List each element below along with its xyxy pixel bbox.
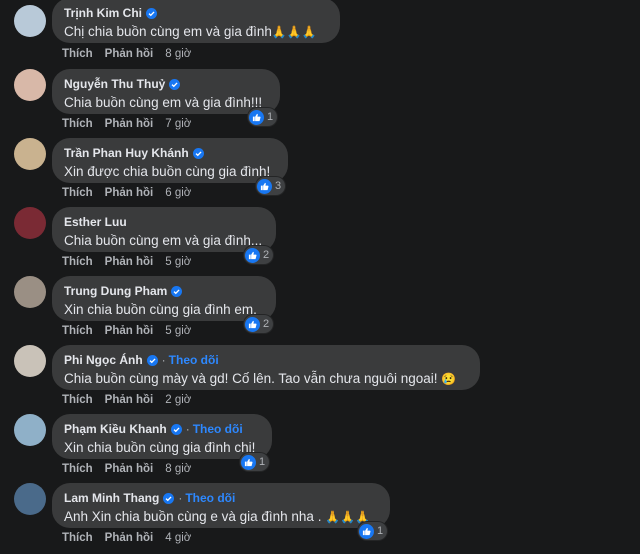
comment: Nguyễn Thu Thuỷ Chia buồn cùng em và gia… xyxy=(0,69,640,138)
comment-bubble: Trịnh Kim Chi Chị chia buồn cùng em và g… xyxy=(52,0,340,43)
comment: Trung Dung Pham Xin chia buồn cùng gia đ… xyxy=(0,276,640,345)
timestamp[interactable]: 8 giờ xyxy=(165,463,191,475)
comment-text: Xin chia buồn cùng gia đình em. xyxy=(64,302,257,317)
follow-button[interactable]: Theo dõi xyxy=(185,491,235,505)
comment-bubble: Esther Luu Chia buồn cùng em và gia đình… xyxy=(52,207,276,252)
comment-bubble: Trần Phan Huy Khánh Xin được chia buồn c… xyxy=(52,138,288,183)
timestamp[interactable]: 8 giờ xyxy=(165,48,191,60)
comment: Trần Phan Huy Khánh Xin được chia buồn c… xyxy=(0,138,640,207)
reply-link[interactable]: Phản hồi xyxy=(105,463,154,475)
like-link[interactable]: Thích xyxy=(62,256,93,268)
commenter-name[interactable]: Nguyễn Thu Thuỷ xyxy=(64,77,165,91)
timestamp[interactable]: 6 giờ xyxy=(165,187,191,199)
separator-dot: · xyxy=(185,422,190,436)
like-link[interactable]: Thích xyxy=(62,532,93,544)
reply-link[interactable]: Phản hồi xyxy=(105,256,154,268)
avatar[interactable] xyxy=(14,414,46,446)
avatar[interactable] xyxy=(14,5,46,37)
timestamp[interactable]: 7 giờ xyxy=(165,118,191,130)
reaction-count[interactable]: 3 xyxy=(256,177,286,195)
comment-text: Chia buồn cùng em và gia đình!!! xyxy=(64,95,263,110)
comment: Trịnh Kim Chi Chị chia buồn cùng em và g… xyxy=(0,0,640,69)
comment-bubble: Lam Minh Thang · Theo dõi Anh Xin chia bu… xyxy=(52,483,390,528)
like-link[interactable]: Thích xyxy=(62,325,93,337)
commenter-name[interactable]: Trần Phan Huy Khánh xyxy=(64,146,189,160)
commenter-name[interactable]: Trịnh Kim Chi xyxy=(64,6,142,20)
verified-badge-icon xyxy=(169,78,181,90)
emoji: 😢 xyxy=(441,372,457,386)
verified-badge-icon xyxy=(146,354,158,366)
separator-dot: · xyxy=(178,491,183,505)
comment-bubble: Nguyễn Thu Thuỷ Chia buồn cùng em và gia… xyxy=(52,69,280,114)
avatar[interactable] xyxy=(14,345,46,377)
timestamp[interactable]: 5 giờ xyxy=(165,325,191,337)
comment: Phạm Kiều Khanh · Theo dõi Xin chia buồn … xyxy=(0,414,640,483)
reaction-count[interactable]: 1 xyxy=(358,522,388,540)
comment-text: Anh Xin chia buồn cùng e và gia đình nha… xyxy=(64,509,371,524)
verified-badge-icon xyxy=(192,147,204,159)
avatar[interactable] xyxy=(14,207,46,239)
timestamp[interactable]: 4 giờ xyxy=(165,532,191,544)
commenter-name[interactable]: Phạm Kiều Khanh xyxy=(64,422,167,436)
verified-badge-icon xyxy=(163,492,175,504)
reply-link[interactable]: Phản hồi xyxy=(105,48,154,60)
like-reaction-icon xyxy=(359,523,374,539)
comment: Lam Minh Thang · Theo dõi Anh Xin chia bu… xyxy=(0,483,640,552)
like-link[interactable]: Thích xyxy=(62,463,93,475)
like-reaction-icon xyxy=(257,178,272,194)
like-reaction-icon xyxy=(245,316,260,332)
commenter-name[interactable]: Lam Minh Thang xyxy=(64,491,159,505)
avatar[interactable] xyxy=(14,69,46,101)
like-reaction-icon xyxy=(241,454,256,470)
follow-button[interactable]: Theo dõi xyxy=(193,422,243,436)
verified-badge-icon xyxy=(170,423,182,435)
like-link[interactable]: Thích xyxy=(62,48,93,60)
like-link[interactable]: Thích xyxy=(62,118,93,130)
reaction-count[interactable]: 2 xyxy=(244,246,274,264)
reply-link[interactable]: Phản hồi xyxy=(105,325,154,337)
comment-bubble: Phạm Kiều Khanh · Theo dõi Xin chia buồn … xyxy=(52,414,272,459)
avatar[interactable] xyxy=(14,483,46,515)
reaction-count[interactable]: 2 xyxy=(244,315,274,333)
commenter-name[interactable]: Esther Luu xyxy=(64,215,127,229)
timestamp[interactable]: 2 giờ xyxy=(165,394,191,406)
comment-text: Chia buồn cùng em và gia đình... xyxy=(64,233,263,248)
reaction-count[interactable]: 1 xyxy=(248,108,278,126)
verified-badge-icon xyxy=(146,7,157,19)
like-reaction-icon xyxy=(245,247,260,263)
comment-bubble: Trung Dung Pham Xin chia buồn cùng gia đ… xyxy=(52,276,276,321)
comment-text: Chia buồn cùng mày và gd! Cố lên. Tao vẫ… xyxy=(64,371,457,386)
reply-link[interactable]: Phản hồi xyxy=(105,532,154,544)
reply-link[interactable]: Phản hồi xyxy=(105,118,154,130)
separator-dot: · xyxy=(161,353,166,367)
comment: Esther Luu Chia buồn cùng em và gia đình… xyxy=(0,207,640,276)
comment-text: Xin chia buồn cùng gia đình chị! xyxy=(64,440,256,455)
reply-link[interactable]: Phản hồi xyxy=(105,187,154,199)
comment-bubble: Phi Ngọc Ánh · Theo dõi Chia buồn cùng mà… xyxy=(52,345,480,390)
reply-link[interactable]: Phản hồi xyxy=(105,394,154,406)
comment-text: Xin được chia buồn cùng gia đình! xyxy=(64,164,271,179)
like-link[interactable]: Thích xyxy=(62,394,93,406)
timestamp[interactable]: 5 giờ xyxy=(165,256,191,268)
avatar[interactable] xyxy=(14,276,46,308)
follow-button[interactable]: Theo dõi xyxy=(169,353,219,367)
like-reaction-icon xyxy=(249,109,264,125)
comment-text: Chị chia buồn cùng em và gia đình🙏🙏🙏 xyxy=(64,24,317,39)
commenter-name[interactable]: Phi Ngọc Ánh xyxy=(64,353,143,367)
reaction-count[interactable]: 1 xyxy=(240,453,270,471)
comment: Phi Ngọc Ánh · Theo dõi Chia buồn cùng mà… xyxy=(0,345,640,414)
like-link[interactable]: Thích xyxy=(62,187,93,199)
commenter-name[interactable]: Trung Dung Pham xyxy=(64,284,167,298)
avatar[interactable] xyxy=(14,138,46,170)
verified-badge-icon xyxy=(171,285,183,297)
emoji: 🙏🙏🙏 xyxy=(271,25,317,39)
